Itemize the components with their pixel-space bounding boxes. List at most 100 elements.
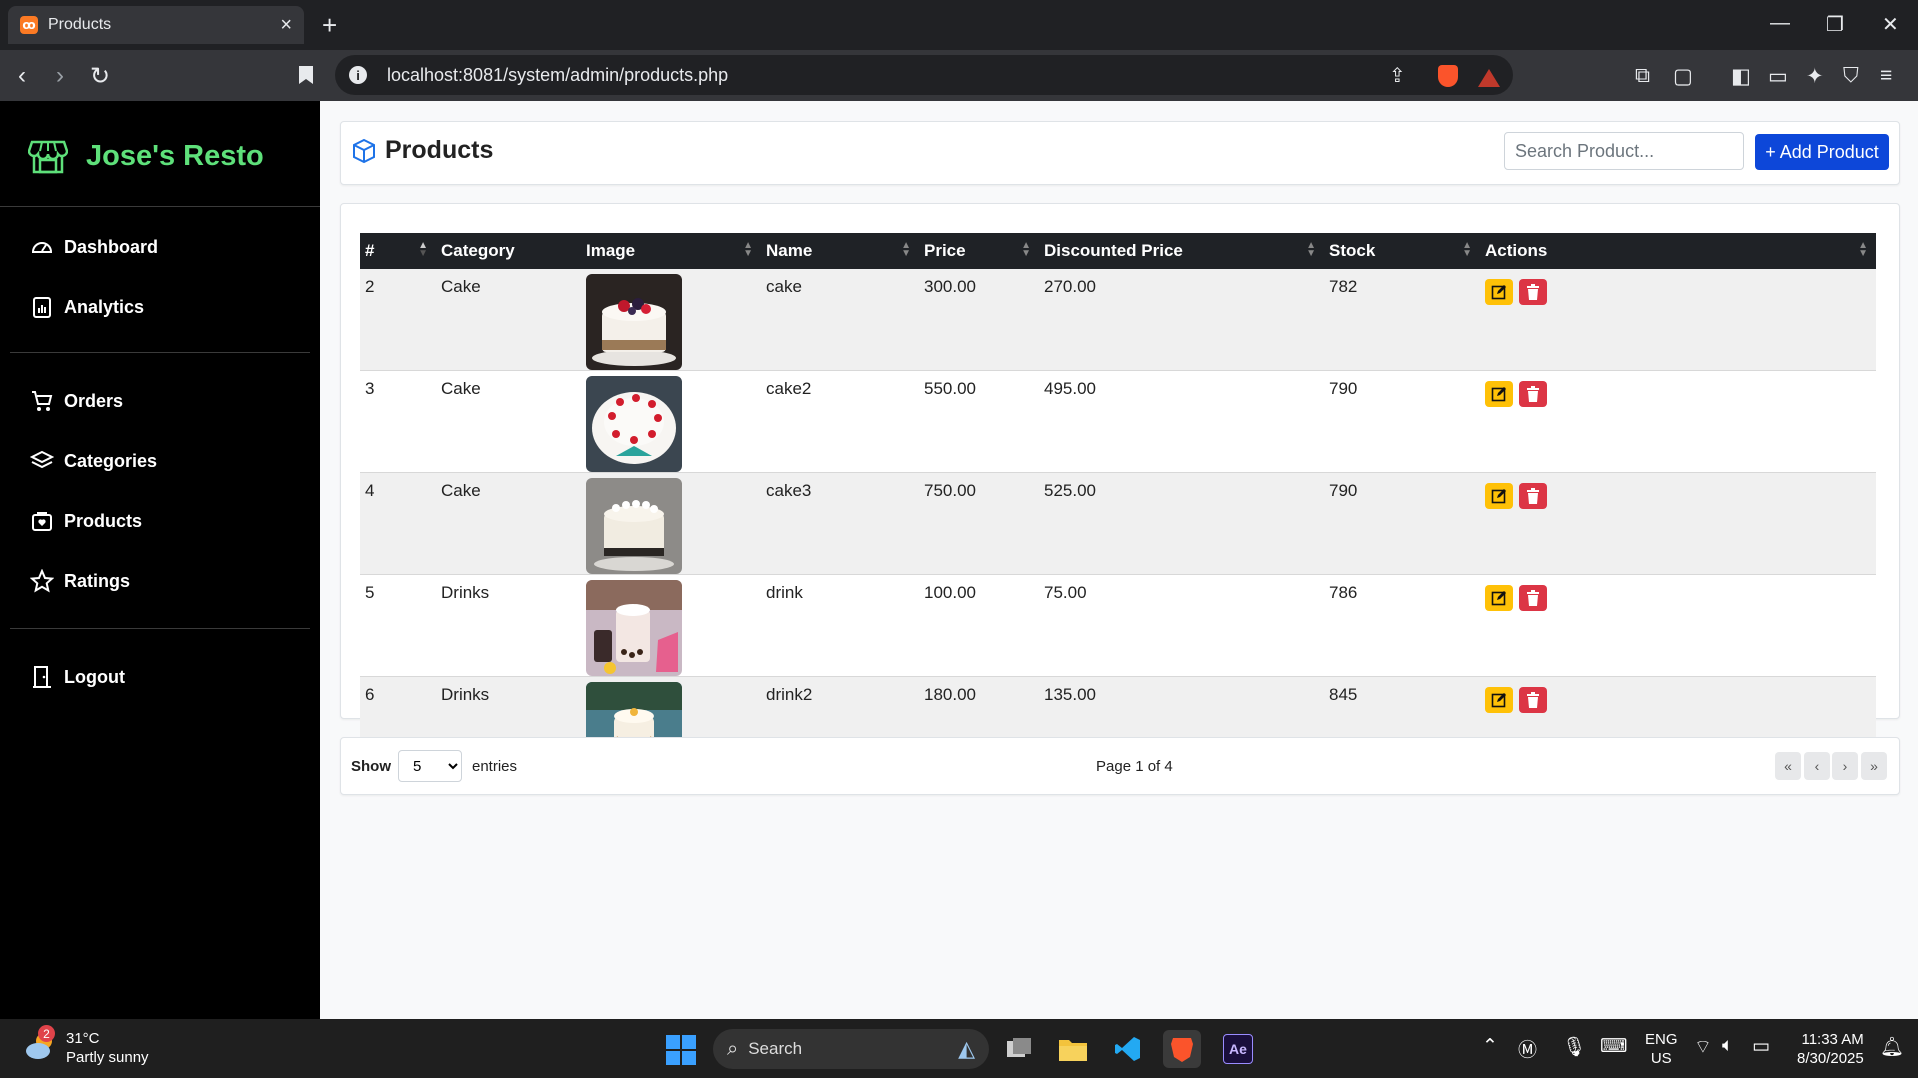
sidebar-item-dashboard[interactable]: Dashboard	[30, 235, 158, 259]
delete-button[interactable]	[1519, 381, 1547, 407]
sidebar-item-label: Orders	[64, 390, 124, 411]
page-title-text: Products	[385, 136, 494, 164]
prev-page-button[interactable]: ‹	[1804, 752, 1830, 780]
edit-button[interactable]	[1485, 279, 1513, 305]
cube-icon	[353, 138, 375, 163]
sidebar-item-orders[interactable]: Orders	[30, 389, 123, 413]
edit-button[interactable]	[1485, 687, 1513, 713]
table-row: 2 Cake cake 300.00 270.00 782	[360, 269, 1876, 371]
sidebar-item-label: Ratings	[64, 570, 131, 591]
language-indicator[interactable]: ENG US	[1645, 1030, 1678, 1068]
page-search-icon[interactable]: ▢	[1673, 64, 1693, 89]
divider	[10, 352, 310, 353]
extensions-icon[interactable]: ⧉	[1635, 64, 1650, 88]
add-product-button[interactable]: + Add Product	[1755, 134, 1889, 170]
delete-button[interactable]	[1519, 279, 1547, 305]
tab-close-icon[interactable]: ×	[280, 14, 292, 37]
volume-icon[interactable]: 🔈︎	[1722, 1035, 1733, 1057]
forward-arrow-icon[interactable]: ›	[56, 62, 64, 90]
cell-discounted-price: 525.00	[1039, 472, 1324, 575]
notification-bell-icon[interactable]: 🔔︎	[1880, 1035, 1904, 1059]
sort-icon[interactable]: ▲ ▼	[1021, 241, 1031, 259]
column-header-discounted-price[interactable]: Discounted Price ▲ ▼	[1039, 233, 1324, 269]
minimize-window-icon[interactable]: —	[1770, 12, 1790, 35]
search-input[interactable]	[1504, 132, 1744, 170]
brave-shields-icon[interactable]	[1438, 65, 1458, 87]
restore-window-icon[interactable]: ❐	[1826, 12, 1844, 37]
cell-image	[581, 269, 761, 371]
address-bar[interactable]: i localhost:8081/system/admin/products.p…	[335, 55, 1513, 95]
entries-label: entries	[472, 758, 518, 775]
column-header-id[interactable]: # ▲ ▼	[360, 233, 436, 269]
new-tab-button[interactable]: +	[322, 10, 337, 41]
delete-button[interactable]	[1519, 585, 1547, 611]
first-page-button[interactable]: «	[1775, 752, 1801, 780]
taskbar-search[interactable]: ⌕ Search ◭	[713, 1029, 989, 1069]
task-view-icon[interactable]	[1000, 1030, 1038, 1068]
wifi-icon[interactable]: ⌔	[1694, 1035, 1712, 1059]
browser-tab-products[interactable]: ꝏ Products ×	[8, 6, 304, 44]
sidebar-item-categories[interactable]: Categories	[30, 449, 157, 473]
weather-widget[interactable]: 2 31°C Partly sunny	[24, 1025, 149, 1067]
share-icon[interactable]: ⇪	[1389, 63, 1406, 88]
after-effects-icon[interactable]: Ae	[1219, 1030, 1257, 1068]
sort-icon[interactable]: ▲ ▼	[901, 241, 911, 259]
sidebar-toggle-icon[interactable]: ◧	[1731, 64, 1751, 89]
taskbar-search-label: Search	[748, 1039, 803, 1058]
chevron-up-icon[interactable]: ⌃	[1482, 1035, 1498, 1058]
last-page-button[interactable]: »	[1861, 752, 1887, 780]
menu-hamburger-icon[interactable]: ≡	[1880, 64, 1892, 88]
column-header-actions[interactable]: Actions ▲ ▼	[1480, 233, 1876, 269]
cell-id: 3	[360, 370, 436, 473]
brave-browser-icon[interactable]	[1163, 1030, 1201, 1068]
column-header-category[interactable]: Category	[436, 233, 581, 269]
language-code: ENG	[1645, 1031, 1678, 1048]
close-window-icon[interactable]: ✕	[1882, 12, 1899, 37]
cell-actions	[1480, 370, 1876, 473]
sort-icon[interactable]: ▲ ▼	[1858, 241, 1868, 259]
tray-app-icon[interactable]: Ⓜ	[1518, 1035, 1537, 1062]
sidebar-item-analytics[interactable]: Analytics	[30, 295, 144, 319]
column-header-stock[interactable]: Stock ▲ ▼	[1324, 233, 1480, 269]
delete-button[interactable]	[1519, 483, 1547, 509]
wallet-icon[interactable]: ▭	[1768, 64, 1788, 89]
brand[interactable]: Jose's Resto	[28, 136, 264, 176]
bookmark-icon[interactable]	[298, 65, 314, 90]
sort-icon[interactable]: ▲ ▼	[743, 241, 753, 259]
product-image-cake-cream	[586, 478, 682, 574]
delete-button[interactable]	[1519, 687, 1547, 713]
microphone-icon[interactable]: 🎙︎	[1562, 1035, 1586, 1059]
system-clock[interactable]: 11:33 AM 8/30/2025	[1797, 1030, 1864, 1068]
main-content: Products + Add Product #▲▼ Category Imag…	[320, 101, 1918, 1019]
edit-button[interactable]	[1485, 483, 1513, 509]
brave-rewards-icon[interactable]	[1478, 69, 1500, 87]
column-header-image[interactable]: Image ▲ ▼	[581, 233, 761, 269]
sidebar-item-logout[interactable]: Logout	[30, 665, 125, 689]
column-header-price[interactable]: Price ▲ ▼	[919, 233, 1039, 269]
file-explorer-icon[interactable]	[1054, 1030, 1092, 1068]
sort-icon[interactable]: ▲ ▼	[1462, 241, 1472, 259]
edit-button[interactable]	[1485, 585, 1513, 611]
column-header-name[interactable]: Name ▲ ▼	[761, 233, 919, 269]
sort-asc-icon[interactable]: ▲ ▼	[418, 241, 428, 259]
battery-icon[interactable]: ▭	[1752, 1035, 1770, 1058]
page-size-select[interactable]: 5	[398, 750, 462, 782]
windows-start-icon[interactable]	[666, 1035, 696, 1065]
site-info-icon[interactable]: i	[349, 66, 367, 84]
reload-icon[interactable]: ↻	[90, 62, 110, 91]
leo-ai-icon[interactable]: ✦	[1806, 64, 1824, 89]
keyboard-icon[interactable]: ⌨	[1600, 1035, 1627, 1058]
sidebar-item-ratings[interactable]: Ratings	[30, 569, 130, 593]
back-arrow-icon[interactable]: ‹	[18, 62, 26, 90]
sidebar-item-products[interactable]: Products	[30, 509, 142, 533]
vscode-icon[interactable]	[1109, 1030, 1147, 1068]
cell-discounted-price: 495.00	[1039, 370, 1324, 473]
next-page-button[interactable]: ›	[1832, 752, 1858, 780]
cell-category: Cake	[436, 269, 581, 371]
sort-icon[interactable]: ▲ ▼	[1306, 241, 1316, 259]
edit-button[interactable]	[1485, 381, 1513, 407]
browser-tabbar: ꝏ Products × + — ❐ ✕	[0, 0, 1918, 50]
address-url[interactable]: localhost:8081/system/admin/products.php	[387, 65, 728, 86]
vpn-shield-icon[interactable]: ⛉	[1843, 64, 1859, 88]
cell-name: drink	[761, 574, 919, 677]
